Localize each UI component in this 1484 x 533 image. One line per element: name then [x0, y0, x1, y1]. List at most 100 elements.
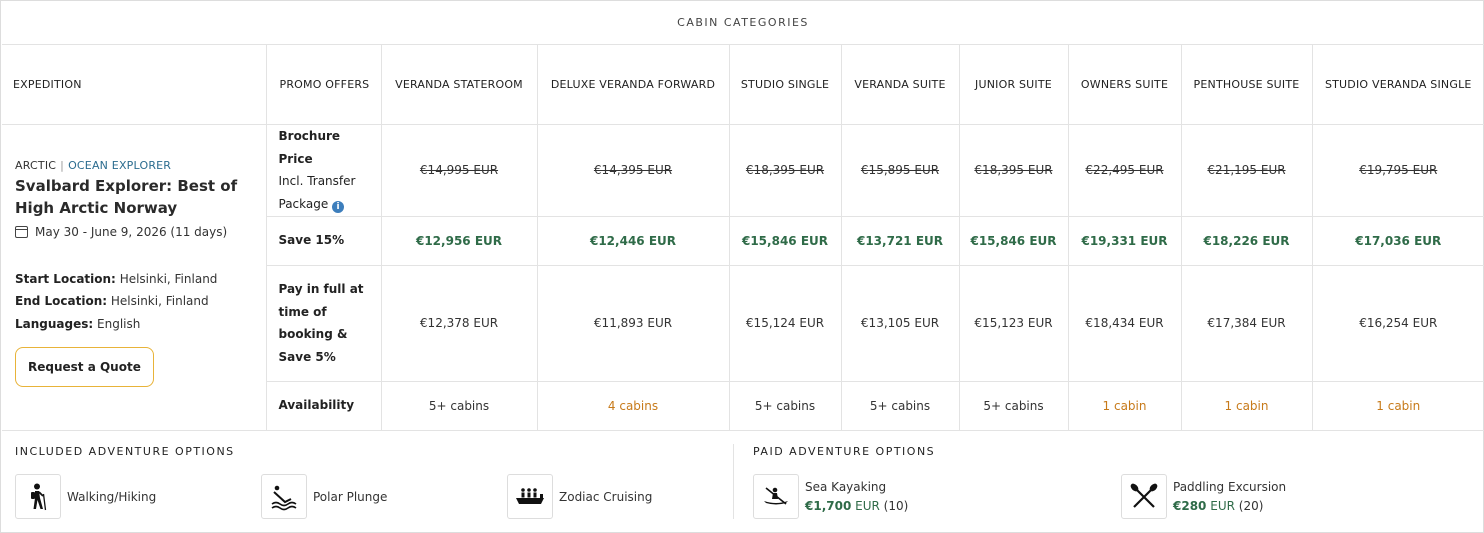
included-adventures-title: INCLUDED ADVENTURE OPTIONS [15, 445, 235, 458]
save-15-price: €19,331 EUR [1081, 233, 1168, 248]
pay-in-full-price: €16,254 EUR [1359, 316, 1438, 330]
expedition-column-header: EXPEDITION [2, 43, 267, 125]
promo-offers-column-header: PROMO OFFERS [265, 43, 382, 125]
cabin-column-header: DELUXE VERANDA FORWARD [536, 43, 730, 125]
end-location-value: Helsinki, Finland [110, 294, 209, 308]
brochure-price: €21,195 EUR [1207, 163, 1286, 177]
availability-value: 1 cabin [1102, 398, 1147, 413]
info-icon[interactable]: i [332, 200, 345, 213]
brochure-price: €22,495 EUR [1085, 163, 1164, 177]
pay-in-full-price: €11,893 EUR [593, 316, 673, 330]
end-location-label: End Location: [15, 294, 108, 308]
start-location-label: Start Location: [15, 271, 116, 286]
dates-text: May 30 - June 9, 2026 (11 days) [35, 224, 228, 239]
paddles-icon [1121, 474, 1167, 519]
cabin-column-header: JUNIOR SUITE [958, 43, 1069, 125]
cabin-column-header: STUDIO VERANDA SINGLE [1311, 43, 1484, 125]
paid-adventure-item[interactable]: Paddling Excursion €280 EUR (20) [1121, 474, 1286, 519]
adventure-price: €1,700 EUR (10) [805, 499, 908, 513]
expedition-dates: May 30 - June 9, 2026 (11 days) [15, 225, 255, 239]
kayak-icon [753, 474, 799, 519]
pay-in-full-price: €15,124 EUR [745, 316, 825, 330]
ship-name-link[interactable]: OCEAN EXPLORER [68, 159, 171, 172]
hiking-icon [15, 474, 61, 519]
adventure-options: INCLUDED ADVENTURE OPTIONS PAID ADVENTUR… [2, 431, 1484, 532]
expedition-region: ARCTIC | OCEAN EXPLORER [15, 159, 255, 172]
payfull-label-line3: booking & [278, 327, 348, 341]
availability-value: 5+ cabins [428, 398, 490, 413]
paid-adventures-title: PAID ADVENTURE OPTIONS [753, 445, 936, 458]
adventure-currency: EUR [1210, 499, 1235, 513]
pricing-table: CABIN CATEGORIES EXPEDITION PROMO OFFERS… [2, 1, 1484, 431]
availability-value: 1 cabin [1376, 398, 1421, 413]
cabin-column-header: VERANDA STATEROOM [380, 43, 538, 125]
payfull-label-line4: Save 5% [278, 349, 336, 364]
brochure-price: €14,395 EUR [593, 163, 673, 177]
paid-adventure-item[interactable]: Sea Kayaking €1,700 EUR (10) [753, 474, 908, 519]
brochure-label-line3: Package [278, 196, 329, 211]
availability-value: 4 cabins [607, 398, 659, 413]
save-15-price: €13,721 EUR [856, 233, 943, 248]
availability-value: 5+ cabins [869, 398, 931, 413]
table-header-row: EXPEDITION PROMO OFFERS VERANDA STATEROO… [2, 43, 1484, 125]
cabin-column-header: STUDIO SINGLE [728, 43, 842, 125]
adventure-label: Walking/Hiking [67, 489, 157, 504]
brochure-price: €18,395 EUR [974, 163, 1053, 177]
cabin-column-header: OWNERS SUITE [1067, 43, 1182, 125]
region-label: ARCTIC [15, 158, 57, 172]
save-15-price: €18,226 EUR [1203, 233, 1290, 248]
polar-plunge-icon [261, 474, 307, 519]
brochure-label-line2: Incl. Transfer [278, 174, 356, 188]
adventure-label: Polar Plunge [313, 489, 388, 504]
adventure-amount: €1,700 [805, 499, 852, 513]
adventure-label: Paddling Excursion [1173, 480, 1287, 494]
cabin-column-header: VERANDA SUITE [840, 43, 960, 125]
payfull-label-line1: Pay in full at [278, 282, 364, 296]
availability-value: 5+ cabins [754, 398, 816, 413]
brochure-price: €19,795 EUR [1359, 163, 1438, 177]
cabin-categories-heading: CABIN CATEGORIES [2, 1, 1484, 45]
expedition-title: Svalbard Explorer: Best of High Arctic N… [15, 176, 238, 217]
brochure-label-line1: Brochure Price [278, 129, 341, 166]
brochure-price: €18,395 EUR [745, 163, 825, 177]
save-15-label: Save 15% [278, 233, 345, 248]
start-location-value: Helsinki, Finland [119, 271, 218, 286]
request-quote-button[interactable]: Request a Quote [15, 347, 154, 387]
included-adventure-item[interactable]: Polar Plunge [261, 474, 387, 519]
save-15-price: €15,846 EUR [970, 233, 1057, 248]
brochure-price: €14,995 EUR [419, 163, 499, 177]
adventure-currency: EUR [855, 499, 880, 513]
availability-value: 5+ cabins [983, 398, 1044, 413]
expedition-details: ARCTIC | OCEAN EXPLORER Svalbard Explorer:… [2, 123, 267, 431]
pay-in-full-price: €17,384 EUR [1207, 316, 1286, 330]
adventure-count: (20) [1238, 499, 1264, 513]
region-separator: | [60, 158, 65, 172]
languages-value: English [97, 316, 141, 331]
zodiac-icon [507, 474, 553, 519]
languages-label: Languages: [15, 316, 94, 331]
brochure-price-label: Brochure Price Incl. Transfer Package i [265, 123, 382, 217]
availability-value: 1 cabin [1224, 398, 1269, 413]
adventure-price: €280 EUR (20) [1173, 499, 1286, 513]
included-adventure-item[interactable]: Walking/Hiking [15, 474, 156, 519]
adventure-amount: €280 [1173, 499, 1207, 513]
brochure-price: €15,895 EUR [860, 163, 940, 177]
payfull-label-line2: time of [278, 304, 327, 319]
pay-in-full-price: €18,434 EUR [1085, 316, 1164, 330]
save-15-price: €12,446 EUR [589, 233, 676, 248]
adventure-divider [733, 444, 734, 519]
save-15-price: €15,846 EUR [741, 233, 828, 248]
adventure-label: Zodiac Cruising [559, 489, 653, 504]
pricing-panel: CABIN CATEGORIES EXPEDITION PROMO OFFERS… [0, 0, 1484, 533]
availability-label: Availability [278, 398, 355, 413]
pay-in-full-price: €13,105 EUR [860, 316, 940, 330]
pay-in-full-price: €15,123 EUR [974, 316, 1053, 330]
brochure-price-row: ARCTIC | OCEAN EXPLORER Svalbard Explorer:… [2, 123, 1484, 431]
save-15-price: €12,956 EUR [415, 233, 502, 248]
adventure-label: Sea Kayaking [805, 480, 887, 494]
expedition-meta: Start Location: Helsinki, Finland End Lo… [15, 268, 255, 336]
pay-in-full-price: €12,378 EUR [419, 316, 499, 330]
included-adventure-item[interactable]: Zodiac Cruising [507, 474, 652, 519]
cabin-column-header: PENTHOUSE SUITE [1180, 43, 1313, 125]
calendar-icon [15, 225, 28, 238]
